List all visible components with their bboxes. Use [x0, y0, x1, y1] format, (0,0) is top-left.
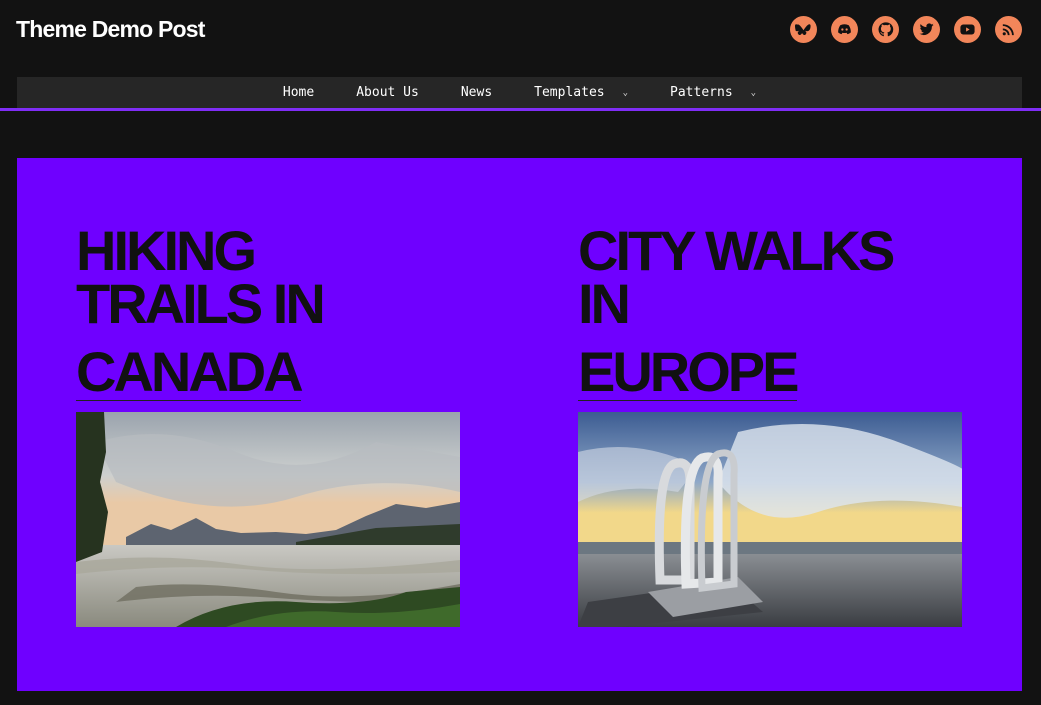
github-icon[interactable] [872, 16, 899, 43]
chevron-down-icon[interactable]: ⌄ [623, 88, 628, 98]
social-links [790, 16, 1022, 43]
featured-posts: Hiking Trails in Canada [17, 158, 1022, 691]
post-title-line: In [578, 272, 631, 335]
chevron-down-icon[interactable]: ⌄ [751, 88, 756, 98]
post-title-line: Hiking [76, 219, 257, 282]
nav-item-news[interactable]: News [440, 77, 513, 108]
post-title[interactable]: City Walks In Europe [578, 219, 962, 412]
twitter-icon[interactable] [913, 16, 940, 43]
post-title-link[interactable]: Canada [76, 344, 304, 401]
bluesky-icon[interactable] [790, 16, 817, 43]
post-card: Hiking Trails in Canada [76, 219, 460, 627]
nav-divider [0, 108, 1041, 111]
nav-item-label: News [460, 85, 493, 100]
rss-icon[interactable] [995, 16, 1022, 43]
nav-item-label: Home [282, 85, 315, 100]
primary-navigation: Home About Us News Templates ⌄ Patterns ⌄ [17, 77, 1022, 108]
discord-icon[interactable] [831, 16, 858, 43]
nav-item-label: Patterns [670, 85, 733, 100]
youtube-icon[interactable] [954, 16, 981, 43]
nav-item-templates[interactable]: Templates ⌄ [513, 77, 649, 108]
post-title-line: Trails in [76, 272, 326, 335]
nav-item-about-us[interactable]: About Us [335, 77, 440, 108]
post-featured-image[interactable] [76, 412, 460, 627]
site-title[interactable]: Theme Demo Post [16, 16, 205, 43]
post-title[interactable]: Hiking Trails in Canada [76, 219, 460, 412]
post-title-link[interactable]: Europe [578, 344, 799, 401]
nav-item-label: About Us [356, 85, 419, 100]
post-card: City Walks In Europe [578, 219, 962, 627]
post-featured-image[interactable] [578, 412, 962, 627]
nav-item-home[interactable]: Home [262, 77, 335, 108]
nav-item-patterns[interactable]: Patterns ⌄ [649, 77, 777, 108]
post-title-line: City Walks [578, 219, 895, 282]
nav-item-label: Templates [534, 85, 605, 100]
